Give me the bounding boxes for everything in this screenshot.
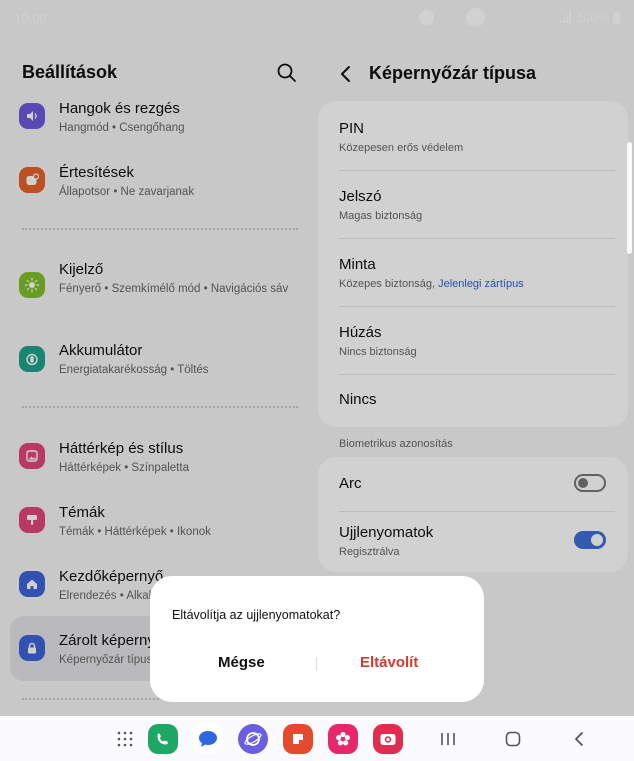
dialog-message: Eltávolítja az ujjlenyomatokat? bbox=[172, 608, 341, 622]
apps-grid-icon bbox=[117, 731, 133, 747]
notes-app[interactable] bbox=[283, 724, 313, 754]
home-icon bbox=[505, 731, 521, 747]
apps-grid-button[interactable] bbox=[110, 724, 140, 754]
nav-back-button[interactable] bbox=[569, 729, 589, 749]
confirm-dialog: Eltávolítja az ujjlenyomatokat? Mégse El… bbox=[150, 576, 484, 702]
phone-app[interactable] bbox=[148, 724, 178, 754]
remove-button[interactable]: Eltávolít bbox=[360, 654, 418, 671]
edge-panel-handle[interactable] bbox=[627, 142, 632, 254]
back-icon bbox=[575, 732, 583, 746]
gallery-icon bbox=[336, 731, 350, 746]
notes-icon bbox=[293, 734, 303, 744]
messages-app[interactable] bbox=[193, 724, 223, 754]
gallery-app[interactable] bbox=[328, 724, 358, 754]
internet-icon bbox=[244, 732, 262, 746]
divider bbox=[316, 657, 317, 671]
home-button[interactable] bbox=[503, 729, 523, 749]
recents-icon bbox=[441, 733, 455, 745]
phone-icon bbox=[157, 733, 168, 745]
navigation-bar bbox=[0, 716, 634, 761]
camera-icon bbox=[380, 734, 396, 745]
cancel-button[interactable]: Mégse bbox=[218, 654, 265, 671]
internet-app[interactable] bbox=[238, 724, 268, 754]
camera-app[interactable] bbox=[373, 724, 403, 754]
recents-button[interactable] bbox=[438, 729, 458, 749]
messages-icon bbox=[199, 731, 217, 747]
